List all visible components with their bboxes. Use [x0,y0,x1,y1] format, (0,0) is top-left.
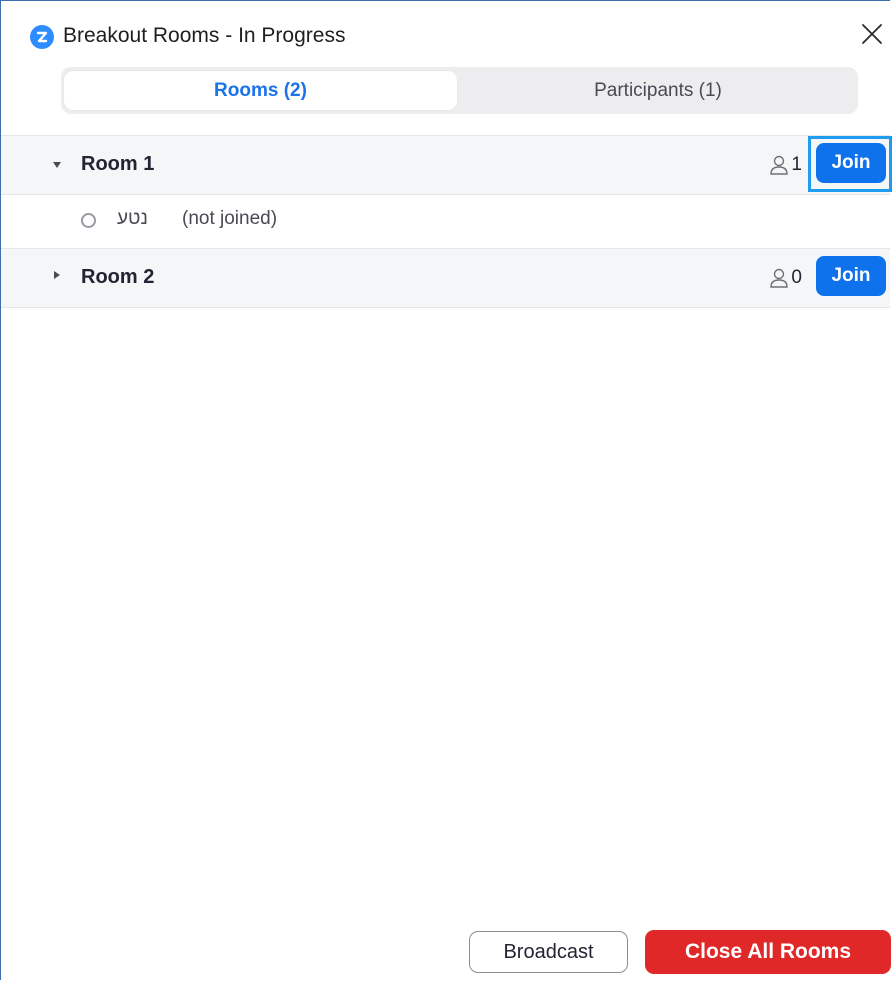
tab-participants[interactable]: Participants (1) [461,71,855,110]
zoom-logo-icon [30,25,54,49]
participant-status: (not joined) [182,208,278,229]
room-name: Room 2 [81,266,155,288]
caret-down-icon[interactable] [53,162,61,168]
participant-count-value: 1 [791,154,802,175]
join-button-room-1[interactable]: Join [816,143,886,183]
participant-name: נטע [117,208,148,229]
room-name: Room 1 [81,153,155,175]
participant-count: 1 [769,154,802,176]
room-row-2[interactable]: Room 2 0 Join [1,248,890,308]
participant-row[interactable]: נטע (not joined) [1,195,890,248]
tab-rooms[interactable]: Rooms (2) [64,71,457,110]
person-icon [769,154,789,176]
close-icon[interactable] [859,21,885,47]
window-title: Breakout Rooms - In Progress [63,24,346,47]
status-circle-icon [81,213,96,228]
room-row-1[interactable]: Room 1 1 Join [1,135,892,195]
breakout-rooms-window: Breakout Rooms - In Progress Rooms (2) P… [0,0,892,980]
tab-bar: Rooms (2) Participants (1) [61,67,858,114]
participant-count-value: 0 [791,267,802,288]
rooms-list: Room 1 1 Join נטע (not joined) Room 2 0 … [1,135,892,308]
caret-right-icon[interactable] [54,271,60,279]
participant-count: 0 [769,267,802,289]
person-icon [769,267,789,289]
broadcast-button[interactable]: Broadcast [469,931,628,973]
join-button-room-2[interactable]: Join [816,256,886,296]
close-all-rooms-button[interactable]: Close All Rooms [645,930,891,974]
title-bar: Breakout Rooms - In Progress [1,1,890,67]
